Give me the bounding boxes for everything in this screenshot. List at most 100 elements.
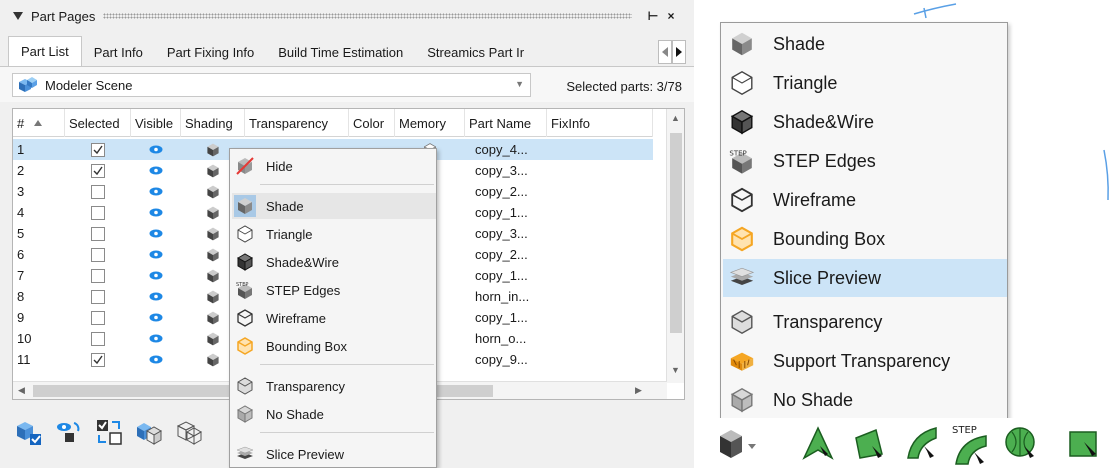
eye-icon[interactable] — [149, 271, 163, 280]
column-header-color[interactable]: Color — [349, 109, 395, 137]
menu-item-bounding-box[interactable]: Bounding Box — [232, 333, 436, 359]
menu-item-transparency[interactable]: Transparency — [232, 373, 436, 399]
menu-item-hide[interactable]: Hide — [232, 153, 436, 179]
selected-checkbox[interactable] — [91, 142, 105, 157]
eye-icon[interactable] — [149, 292, 163, 301]
column-header-memory[interactable]: Memory — [395, 109, 465, 137]
drag-grip[interactable] — [103, 13, 632, 19]
shade-icon[interactable] — [205, 310, 221, 326]
eye-icon[interactable] — [149, 355, 163, 364]
shading-option-step-edges[interactable]: STEP STEP Edges — [723, 142, 1007, 180]
menu-item-no-shade[interactable]: No Shade — [232, 401, 436, 427]
eye-icon[interactable] — [149, 166, 163, 175]
shading-option-bounding-box[interactable]: Bounding Box — [723, 220, 1007, 258]
tab-streamics-part-info[interactable]: Streamics Part Ir — [415, 38, 536, 66]
eye-icon[interactable] — [149, 250, 163, 259]
select-surface-tool-icon[interactable] — [850, 424, 890, 464]
column-header-selected[interactable]: Selected — [65, 109, 131, 137]
select-curved-surface-tool-icon[interactable] — [902, 424, 942, 464]
column-header-visible[interactable]: Visible — [131, 109, 181, 137]
shading-option-transparency[interactable]: Transparency — [723, 303, 1007, 341]
eye-icon[interactable] — [149, 334, 163, 343]
tab-build-time-estimation[interactable]: Build Time Estimation — [266, 38, 415, 66]
selected-checkbox[interactable] — [91, 226, 105, 241]
menu-item-slice-preview[interactable]: Slice Preview — [232, 441, 436, 467]
eye-icon[interactable] — [149, 208, 163, 217]
selected-checkbox[interactable] — [91, 289, 105, 304]
shade-icon[interactable] — [205, 226, 221, 242]
selected-checkbox[interactable] — [91, 268, 105, 283]
eye-icon[interactable] — [149, 229, 163, 238]
tab-part-fixing-info[interactable]: Part Fixing Info — [155, 38, 266, 66]
selected-checkbox[interactable] — [91, 163, 105, 178]
selected-checkbox[interactable] — [91, 247, 105, 262]
shading-option-wireframe[interactable]: Wireframe — [723, 181, 1007, 219]
menu-item-shade[interactable]: Shade — [232, 193, 436, 219]
shade-icon[interactable] — [205, 205, 221, 221]
select-shell-tool-icon[interactable] — [1002, 424, 1042, 464]
tab-part-list[interactable]: Part List — [8, 36, 82, 66]
menu-item-triangle[interactable]: Triangle — [232, 221, 436, 247]
row-number: 2 — [17, 163, 25, 178]
column-header-transparency[interactable]: Transparency — [245, 109, 349, 137]
cell-part-name: copy_3... — [465, 223, 547, 244]
selected-checkbox[interactable] — [91, 310, 105, 325]
eye-icon[interactable] — [149, 145, 163, 154]
selected-checkbox[interactable] — [91, 331, 105, 346]
shade-icon[interactable] — [205, 184, 221, 200]
column-header-shading[interactable]: Shading — [181, 109, 245, 137]
close-icon[interactable]: × — [662, 9, 680, 23]
column-header-number[interactable]: # — [13, 109, 65, 137]
shading-option-no-shade[interactable]: No Shade — [723, 381, 1007, 419]
cell-fixinfo — [547, 160, 653, 181]
step-badge: STEP — [236, 282, 248, 288]
cell-fixinfo — [547, 223, 653, 244]
select-box-tool-icon[interactable] — [1064, 424, 1104, 464]
menu-item-shade-wire[interactable]: Shade&Wire — [232, 249, 436, 275]
shade-icon[interactable] — [205, 352, 221, 368]
invert-visibility-button[interactable] — [52, 415, 86, 449]
scene-dropdown[interactable]: Modeler Scene ▼ — [12, 73, 531, 97]
shade-icon[interactable] — [205, 163, 221, 179]
shade-icon[interactable] — [205, 268, 221, 284]
scroll-down-icon[interactable]: ▼ — [671, 365, 680, 375]
tab-scroll-right-icon[interactable] — [672, 40, 686, 64]
wire-parts-button[interactable] — [172, 415, 206, 449]
shading-dropdown-button[interactable] — [716, 424, 756, 464]
row-number: 3 — [17, 184, 25, 199]
select-arrow-tool-icon[interactable] — [798, 424, 838, 464]
scroll-up-icon[interactable]: ▲ — [671, 113, 680, 123]
selected-checkbox[interactable] — [91, 205, 105, 220]
shading-option-shade[interactable]: Shade — [723, 25, 1007, 63]
group-parts-button[interactable] — [132, 415, 166, 449]
select-step-face-tool-icon[interactable]: STEP — [950, 424, 990, 465]
eye-icon[interactable] — [149, 313, 163, 322]
vertical-scrollbar[interactable]: ▲ ▼ — [666, 109, 684, 383]
eye-icon[interactable] — [149, 187, 163, 196]
select-parts-button[interactable] — [12, 415, 46, 449]
column-header-part-name[interactable]: Part Name — [465, 109, 547, 137]
scroll-right-icon[interactable]: ▶ — [635, 385, 642, 396]
support-transparency-icon — [727, 346, 757, 376]
invert-selection-button[interactable] — [92, 415, 126, 449]
shading-option-triangle[interactable]: Triangle — [723, 64, 1007, 102]
cell-part-name: copy_4... — [465, 139, 547, 160]
shading-option-support-transparency[interactable]: Support Transparency — [723, 342, 1007, 380]
collapse-triangle-icon[interactable] — [13, 11, 23, 21]
shade-icon[interactable] — [205, 247, 221, 263]
tab-scroll-left-icon[interactable] — [658, 40, 672, 64]
column-header-fixinfo[interactable]: FixInfo — [547, 109, 653, 137]
tab-part-info[interactable]: Part Info — [82, 38, 155, 66]
vertical-scroll-thumb[interactable] — [670, 133, 682, 333]
menu-item-step-edges[interactable]: STEP STEP Edges — [232, 277, 436, 303]
shade-icon[interactable] — [205, 331, 221, 347]
shade-icon[interactable] — [205, 289, 221, 305]
shade-icon[interactable] — [205, 142, 221, 158]
menu-item-wireframe[interactable]: Wireframe — [232, 305, 436, 331]
pin-icon[interactable]: ⊢ — [644, 9, 662, 23]
selected-checkbox[interactable] — [91, 352, 105, 367]
shading-option-slice-preview[interactable]: Slice Preview — [723, 259, 1007, 297]
selected-checkbox[interactable] — [91, 184, 105, 199]
scroll-left-icon[interactable]: ◀ — [18, 385, 25, 396]
shading-option-shade-wire[interactable]: Shade&Wire — [723, 103, 1007, 141]
